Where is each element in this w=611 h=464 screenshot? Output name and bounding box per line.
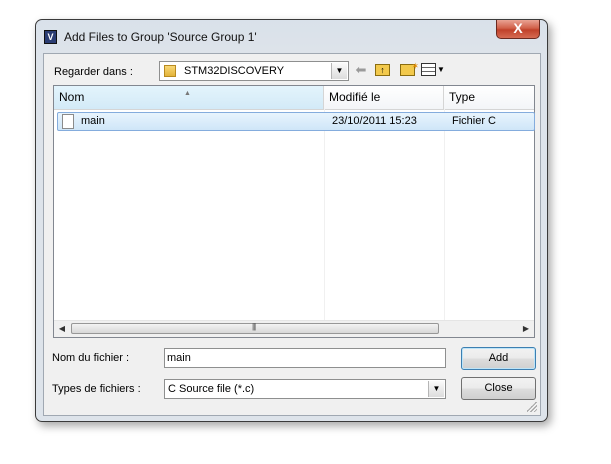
filetype-label: Types de fichiers : xyxy=(52,383,141,395)
resize-grip-icon[interactable] xyxy=(527,402,537,412)
file-name: main xyxy=(81,115,105,127)
file-modified: 23/10/2011 15:23 xyxy=(332,115,417,127)
file-list[interactable]: Nom ▲ Modifié le Type main 23/10/2011 15… xyxy=(53,85,535,338)
file-type: Fichier C xyxy=(452,115,497,127)
grip-icon: ||| xyxy=(252,322,256,331)
horizontal-scrollbar[interactable]: ◀ ||| ▶ xyxy=(54,320,534,337)
filetype-select[interactable]: C Source file (*.c) ▼ xyxy=(164,379,446,399)
file-row-main[interactable]: main 23/10/2011 15:23 Fichier C xyxy=(57,112,535,131)
column-header-modified[interactable]: Modifié le xyxy=(324,86,444,109)
look-in-value: STM32DISCOVERY xyxy=(184,65,285,77)
list-header: Nom ▲ Modifié le Type xyxy=(54,86,534,110)
filetype-value: C Source file (*.c) xyxy=(168,383,255,395)
title-bar[interactable]: V Add Files to Group 'Source Group 1' X xyxy=(36,20,547,54)
scroll-right-icon[interactable]: ▶ xyxy=(518,321,534,337)
column-header-name[interactable]: Nom ▲ xyxy=(54,86,324,109)
close-button[interactable]: Close xyxy=(461,377,536,400)
chevron-down-icon[interactable]: ▼ xyxy=(428,381,444,397)
column-header-name-label: Nom xyxy=(59,90,85,104)
views-menu-icon[interactable] xyxy=(421,63,436,76)
back-icon[interactable]: ⬅ xyxy=(354,62,368,78)
column-separator xyxy=(444,109,445,321)
dialog-body: Regarder dans : STM32DISCOVERY ▼ ⬅ ↑ ▼ N… xyxy=(43,53,541,416)
scroll-left-icon[interactable]: ◀ xyxy=(54,321,70,337)
close-icon: X xyxy=(513,20,523,36)
add-button[interactable]: Add xyxy=(461,347,536,370)
column-header-type[interactable]: Type xyxy=(444,86,536,109)
new-folder-icon[interactable] xyxy=(400,58,419,76)
folder-icon xyxy=(164,65,176,77)
look-in-label: Regarder dans : xyxy=(54,66,133,78)
filename-label: Nom du fichier : xyxy=(52,352,130,364)
up-folder-icon[interactable]: ↑ xyxy=(375,64,390,76)
window-title: Add Files to Group 'Source Group 1' xyxy=(64,30,257,44)
add-files-dialog: V Add Files to Group 'Source Group 1' X … xyxy=(35,19,548,422)
filename-input[interactable] xyxy=(164,348,446,368)
chevron-down-icon[interactable]: ▼ xyxy=(331,63,347,79)
close-window-button[interactable]: X xyxy=(496,20,540,39)
c-file-icon xyxy=(62,114,74,129)
sort-ascending-icon: ▲ xyxy=(184,90,191,97)
scrollbar-thumb[interactable]: ||| xyxy=(71,322,439,334)
app-icon: V xyxy=(44,30,57,44)
views-dropdown-arrow-icon[interactable]: ▼ xyxy=(437,62,445,78)
column-separator xyxy=(324,109,325,321)
look-in-combo[interactable]: STM32DISCOVERY ▼ xyxy=(159,61,349,81)
